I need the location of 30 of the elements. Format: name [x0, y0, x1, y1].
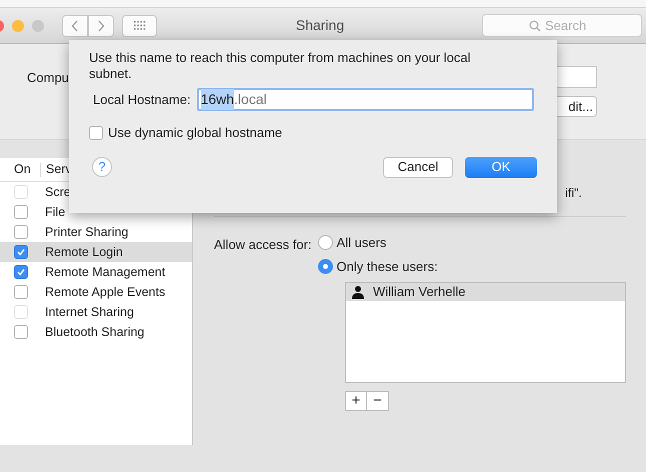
service-name: File — [45, 204, 66, 221]
service-name: Bluetooth Sharing — [45, 324, 144, 341]
window-title: Sharing — [294, 16, 346, 35]
service-row[interactable]: Remote Apple Events — [0, 282, 192, 302]
hostname-label: Local Hostname: — [93, 90, 191, 109]
service-name: Remote Login — [45, 244, 123, 261]
service-name: Internet Sharing — [45, 304, 134, 321]
cancel-button[interactable]: Cancel — [383, 156, 453, 178]
service-row[interactable]: Remote Login — [0, 242, 192, 262]
service-row[interactable]: File — [0, 202, 192, 222]
status-text: ifi". — [565, 185, 582, 202]
computer-name-label: Compu — [27, 69, 69, 84]
search-field[interactable]: Search — [482, 14, 642, 37]
radio-option[interactable]: All users — [318, 233, 438, 252]
service-name: Remote Management — [45, 264, 166, 281]
service-name: Printer Sharing — [45, 224, 128, 241]
service-row[interactable]: Printer Sharing — [0, 222, 192, 242]
search-input[interactable]: Search — [545, 16, 595, 36]
service-row[interactable]: Remote Management — [0, 262, 192, 282]
dynamic-hostname-label: Use dynamic global hostname — [108, 124, 282, 142]
access-label: Allow access for: — [214, 236, 312, 254]
radio-option[interactable]: Only these users: — [318, 256, 438, 276]
service-name: Remote Apple Events — [45, 284, 166, 301]
add-button[interactable]: + — [345, 391, 367, 411]
column-header[interactable]: On — [14, 160, 36, 179]
user-row[interactable]: William Verhelle — [346, 283, 625, 301]
service-row[interactable]: Bluetooth Sharing — [0, 322, 192, 342]
dialog-message: Use this name to reach this computer from machines on your local subnet. — [89, 50, 472, 82]
remove-button[interactable]: − — [367, 391, 389, 411]
hostname-field[interactable]: 16wh.local — [196, 88, 534, 111]
